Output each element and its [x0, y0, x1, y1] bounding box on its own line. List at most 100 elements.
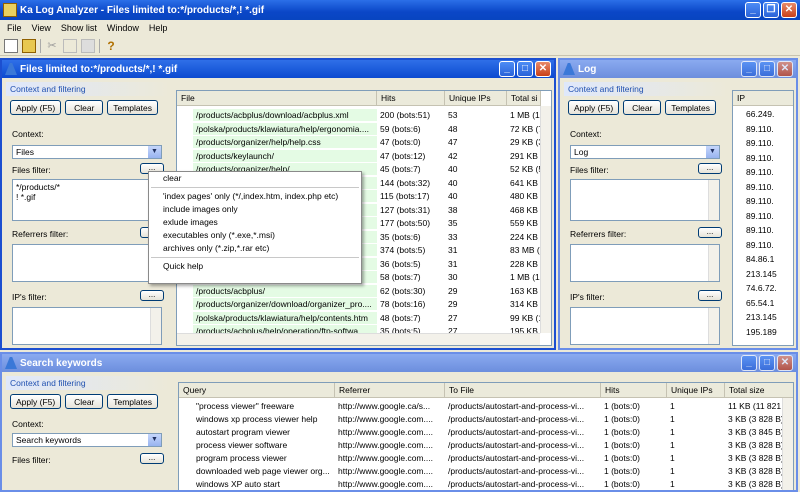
search-maximize-button[interactable]: □ [759, 355, 775, 371]
column-header-unique-ips[interactable]: Unique IPs [445, 91, 507, 106]
column-header-total-size[interactable]: Total si [507, 91, 541, 106]
column-header-query[interactable]: Query [179, 383, 335, 398]
table-cell: 559 KB ( [510, 218, 541, 228]
table-cell: 29 [448, 299, 458, 309]
log-minimize-button[interactable]: _ [741, 61, 757, 77]
menu-help[interactable]: Help [144, 23, 173, 33]
minimize-button[interactable]: _ [745, 2, 761, 18]
files-table-hscroll[interactable] [177, 333, 540, 345]
close-button[interactable]: ✕ [781, 2, 797, 18]
context-select[interactable]: Search keywords ▼ [12, 433, 162, 447]
table-cell: /products/autostart-and-process-vi... [448, 466, 585, 476]
search-minimize-button[interactable]: _ [741, 355, 757, 371]
log-maximize-button[interactable]: □ [759, 61, 775, 77]
table-cell: 11 KB (11 821 [728, 401, 782, 411]
clear-button[interactable]: Clear [65, 394, 104, 409]
menu-item-executables[interactable]: executables only (*.exe,*.msi) [149, 229, 361, 242]
table-cell: http://www.google.com.... [338, 440, 433, 450]
files-table-vscroll[interactable] [540, 106, 551, 333]
ips-more-button[interactable]: ... [140, 290, 164, 301]
table-cell: 59 (bots:6) [380, 123, 421, 134]
table-cell: 1 [670, 414, 675, 424]
files-minimize-button[interactable]: _ [499, 61, 515, 77]
scrollbar[interactable] [708, 308, 719, 344]
table-cell: 35 (bots:6) [380, 231, 421, 242]
menu-item-exclude-images[interactable]: exlude images [149, 216, 361, 229]
table-cell: 45 (bots:7) [380, 164, 421, 174]
ips-filter-input[interactable] [570, 307, 720, 345]
table-cell: 42 [448, 150, 458, 161]
column-header-hits[interactable]: Hits [377, 91, 445, 106]
clear-button[interactable]: Clear [65, 100, 104, 115]
ips-more-button[interactable]: ... [698, 290, 722, 301]
table-cell: 40 [448, 177, 458, 188]
apply-button[interactable]: Apply (F5) [10, 394, 62, 409]
menu-window[interactable]: Window [102, 23, 144, 33]
help-icon[interactable]: ? [104, 39, 118, 53]
open-folder-icon[interactable] [22, 38, 36, 53]
search-table[interactable]: Query Referrer To File Hits Unique IPs T… [178, 382, 794, 490]
cut-icon[interactable]: ✂ [45, 39, 59, 53]
menu-file[interactable]: File [2, 23, 27, 33]
menu-item-quick-help[interactable]: Quick help [149, 260, 361, 273]
table-cell: 40 [448, 164, 458, 174]
table-cell: 47 (bots:12) [380, 150, 426, 161]
chevron-down-icon[interactable]: ▼ [148, 434, 161, 446]
apply-button[interactable]: Apply (F5) [10, 100, 62, 115]
table-cell: 115 (bots:17) [380, 191, 430, 201]
table-cell: 48 [448, 123, 458, 134]
table-cell: 228 KB ( [510, 258, 541, 269]
files-filter-more-button[interactable]: ... [140, 453, 164, 464]
files-filter-input[interactable]: */products/* ! *.gif [12, 179, 162, 221]
templates-button[interactable]: Templates [107, 394, 158, 409]
menu-show-list[interactable]: Show list [56, 23, 102, 33]
templates-button[interactable]: Templates [107, 100, 158, 115]
context-select[interactable]: Files ▼ [12, 145, 162, 159]
copy-icon[interactable] [63, 38, 77, 53]
files-close-button[interactable]: ✕ [535, 61, 551, 77]
column-header-unique-ips[interactable]: Unique IPs [667, 383, 725, 398]
scrollbar[interactable] [708, 245, 719, 281]
table-cell: /polska/products/klawiatura/help/ergonom… [193, 122, 377, 135]
chevron-down-icon[interactable]: ▼ [148, 146, 161, 158]
column-header-hits[interactable]: Hits [601, 383, 667, 398]
table-cell: 200 (bots:51) [380, 110, 431, 120]
files-maximize-button[interactable]: □ [517, 61, 533, 77]
log-table[interactable]: IP 66.249. 89.110. 89.110. 89.110. 89.110. 89… [732, 90, 794, 346]
referrers-filter-input[interactable] [12, 244, 162, 282]
log-window-title: Log [578, 63, 597, 75]
column-header-ip[interactable]: IP [733, 91, 793, 106]
context-select[interactable]: Log ▼ [570, 145, 720, 159]
ips-filter-input[interactable] [12, 307, 162, 345]
restore-button[interactable]: ❐ [763, 2, 779, 18]
referrers-more-button[interactable]: ... [698, 227, 722, 238]
files-filter-more-button[interactable]: ... [698, 163, 722, 174]
referrers-filter-input[interactable] [570, 244, 720, 282]
scrollbar[interactable] [708, 180, 719, 220]
new-file-icon[interactable] [4, 38, 18, 53]
paste-icon[interactable] [81, 38, 95, 53]
menu-item-clear[interactable]: clear [149, 172, 361, 185]
apply-button[interactable]: Apply (F5) [568, 100, 620, 115]
column-header-file[interactable]: File [177, 91, 377, 106]
files-filter-label: Files filter:... [570, 163, 728, 175]
column-header-to-file[interactable]: To File [445, 383, 601, 398]
files-filter-input[interactable] [570, 179, 720, 221]
table-cell: 29 [448, 285, 458, 296]
chevron-down-icon[interactable]: ▼ [706, 146, 719, 158]
files-filter-label: Files filter:... [12, 163, 170, 175]
templates-button[interactable]: Templates [665, 100, 716, 115]
column-header-referrer[interactable]: Referrer [335, 383, 445, 398]
clear-button[interactable]: Clear [623, 100, 662, 115]
scrollbar[interactable] [150, 308, 161, 344]
menu-item-archives[interactable]: archives only (*.zip,*.rar etc) [149, 242, 361, 255]
menu-item-include-images[interactable]: include images only [149, 203, 361, 216]
log-close-button[interactable]: ✕ [777, 61, 793, 77]
menu-view[interactable]: View [27, 23, 56, 33]
search-close-button[interactable]: ✕ [777, 355, 793, 371]
column-header-total-size[interactable]: Total size [725, 383, 793, 398]
table-cell: /products/autostart-and-process-vi... [448, 479, 585, 489]
search-table-vscroll[interactable] [782, 398, 793, 490]
menu-item-index-pages[interactable]: 'index pages' only (*/,index.htm, index.… [149, 190, 361, 203]
table-cell: http://www.google.com.... [338, 453, 433, 463]
